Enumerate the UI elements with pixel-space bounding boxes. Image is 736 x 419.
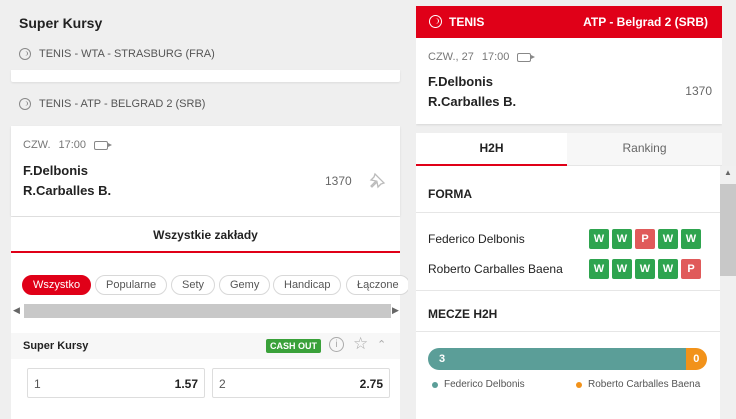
- legend-player-b: Roberto Carballes Baena: [576, 379, 700, 390]
- league-row-wta-strasburg[interactable]: TENIS - WTA - STRASBURG (FRA): [19, 48, 215, 60]
- league-label: TENIS - ATP - BELGRAD 2 (SRB): [39, 98, 206, 110]
- filter-chip-gemy[interactable]: Gemy: [219, 275, 271, 295]
- scroll-left-arrow-icon[interactable]: ◀: [13, 305, 20, 316]
- league-label: ATP - Belgrad 2 (SRB): [583, 15, 708, 29]
- match-hour: 17:00: [481, 51, 510, 63]
- form-player-2: Roberto Carballes Baena: [428, 262, 563, 276]
- info-icon[interactable]: i: [329, 337, 344, 352]
- pin-icon[interactable]: [368, 172, 386, 190]
- match-card[interactable]: CZW. 17:00 F.Delbonis R.Carballes B. 137…: [11, 126, 400, 216]
- form-title: FORMA: [428, 187, 472, 201]
- filter-chip-wszystko[interactable]: Wszystko: [22, 275, 92, 295]
- stats-header: TENIS ATP - Belgrad 2 (SRB): [416, 6, 722, 38]
- market-header[interactable]: Super Kursy CASH OUT i ☆ ⌃: [11, 333, 400, 359]
- scrollbar-thumb[interactable]: [720, 184, 736, 276]
- filter-chip-handicap[interactable]: Handicap: [273, 275, 342, 295]
- divider: [416, 212, 720, 213]
- tennis-ball-icon: [19, 48, 31, 60]
- market-id: 1370: [325, 174, 352, 188]
- result-badge: W: [612, 229, 632, 249]
- odd-value: 2.75: [359, 377, 383, 391]
- legend-dot: [432, 381, 438, 388]
- result-badge: W: [612, 259, 632, 279]
- betting-panel: Super Kursy TENIS - WTA - STRASBURG (FRA…: [0, 0, 408, 419]
- odd-button-2[interactable]: 2 2.75: [212, 368, 390, 398]
- stats-body: FORMA Federico Delbonis W W P W W Robert…: [416, 166, 720, 419]
- h2h-title: MECZE H2H: [428, 307, 498, 321]
- live-stream-icon: [517, 52, 536, 62]
- horizontal-scrollbar[interactable]: [24, 304, 391, 318]
- cashout-badge: CASH OUT: [266, 339, 321, 353]
- player-1-name: F.Delbonis: [428, 74, 494, 89]
- filter-chip-popularne[interactable]: Popularne: [95, 275, 168, 295]
- tab-ranking[interactable]: Ranking: [567, 133, 722, 166]
- result-badge: W: [658, 229, 678, 249]
- odds-row: 1 1.57 2 2.75: [11, 359, 400, 419]
- form-results-player-1: W W P W W: [589, 229, 701, 249]
- result-badge: W: [589, 259, 609, 279]
- h2h-wins-player-b: 0: [685, 348, 707, 370]
- legend-label: Roberto Carballes Baena: [588, 379, 701, 390]
- legend-player-a: Federico Delbonis: [432, 379, 525, 390]
- favorite-star-icon[interactable]: ☆: [353, 334, 368, 354]
- chevron-up-icon[interactable]: ⌃: [377, 338, 386, 351]
- market-id: 1370: [685, 84, 712, 98]
- tennis-ball-icon: [429, 15, 442, 28]
- odd-label: 1: [34, 377, 41, 391]
- match-time: CZW. 17:00: [23, 139, 113, 151]
- league-row-atp-belgrad[interactable]: TENIS - ATP - BELGRAD 2 (SRB): [19, 98, 205, 110]
- match-date: CZW., 27: [428, 51, 474, 63]
- collapsed-card: [11, 70, 400, 82]
- h2h-bar: 3 0: [428, 348, 707, 370]
- market-title: Super Kursy: [23, 340, 89, 352]
- form-player-1: Federico Delbonis: [428, 232, 525, 246]
- tennis-ball-icon: [19, 98, 31, 110]
- legend-dot: [576, 381, 582, 388]
- filter-chip-sety[interactable]: Sety: [171, 275, 216, 295]
- odd-value: 1.57: [174, 377, 198, 391]
- form-results-player-2: W W W W P: [589, 259, 701, 279]
- player-2-name: R.Carballes B.: [23, 183, 112, 198]
- match-stats-panel: TENIS ATP - Belgrad 2 (SRB) CZW., 27 17:…: [416, 6, 722, 419]
- result-badge: W: [658, 259, 678, 279]
- all-bets-tab[interactable]: Wszystkie zakłady: [11, 217, 400, 253]
- scroll-right-arrow-icon[interactable]: ▶: [392, 305, 399, 316]
- result-badge: W: [681, 229, 701, 249]
- filter-chip-laczone[interactable]: Łączone: [346, 275, 408, 295]
- result-badge: W: [635, 259, 655, 279]
- h2h-wins-player-a: 3: [428, 348, 686, 370]
- section-title: Super Kursy: [19, 15, 103, 31]
- stats-match-card: CZW., 27 17:00 F.Delbonis R.Carballes B.…: [416, 38, 722, 124]
- sport-label: TENIS: [449, 15, 485, 29]
- result-badge: P: [635, 229, 655, 249]
- divider: [416, 331, 720, 332]
- match-day: CZW.: [23, 139, 51, 151]
- divider: [416, 290, 720, 291]
- match-hour: 17:00: [58, 139, 87, 151]
- result-badge: P: [681, 259, 701, 279]
- league-label: TENIS - WTA - STRASBURG (FRA): [39, 48, 215, 60]
- scroll-up-arrow-icon[interactable]: ▲: [724, 168, 732, 177]
- match-time: CZW., 27 17:00: [428, 51, 536, 63]
- stats-tabs: H2H Ranking: [416, 133, 722, 166]
- live-stream-icon: [94, 140, 113, 150]
- legend-label: Federico Delbonis: [444, 379, 525, 390]
- result-badge: W: [589, 229, 609, 249]
- filter-chips: Wszystko Popularne Sety Gemy Handicap Łą…: [11, 253, 408, 333]
- player-1-name: F.Delbonis: [23, 163, 89, 178]
- odd-button-1[interactable]: 1 1.57: [27, 368, 205, 398]
- tab-h2h[interactable]: H2H: [416, 133, 567, 166]
- player-2-name: R.Carballes B.: [428, 94, 517, 109]
- odd-label: 2: [219, 377, 226, 391]
